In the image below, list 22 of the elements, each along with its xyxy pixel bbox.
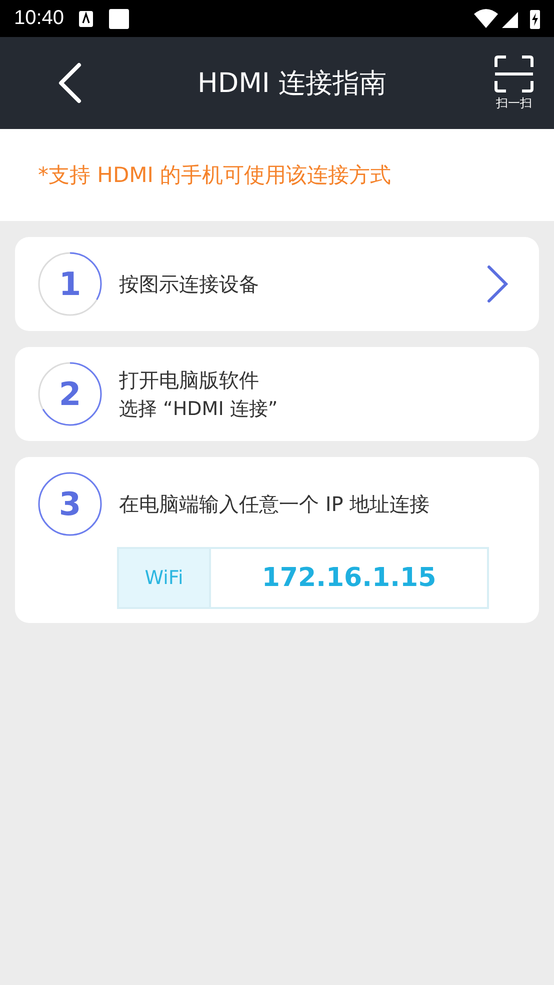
progress-ring	[37, 251, 103, 317]
notice-text: *支持 HDMI 的手机可使用该连接方式	[38, 162, 392, 189]
status-icons-drawing	[474, 8, 542, 30]
step-subtitle: 选择 “HDMI 连接”	[119, 396, 279, 422]
network-label: WiFi	[119, 549, 211, 607]
square-icon	[108, 8, 130, 30]
step-number: 1	[58, 268, 82, 300]
chevron-right-icon	[485, 264, 509, 304]
step-number: 3	[58, 488, 82, 520]
step-card[interactable]: 1 按图示连接设备	[15, 237, 539, 331]
scan-icon	[494, 54, 534, 92]
scan-button[interactable]: 扫一扫	[484, 54, 544, 112]
step-title: 在电脑端输入任意一个 IP 地址连接	[119, 490, 431, 518]
step-number: 2	[58, 378, 82, 410]
step-title: 按图示连接设备	[119, 270, 260, 298]
progress-ring	[37, 361, 103, 427]
status-time: 10:40	[14, 7, 64, 30]
step-title: 打开电脑版软件	[119, 366, 260, 394]
progress-ring	[37, 471, 103, 537]
ip-address: 172.16.1.15	[260, 562, 438, 595]
page-title: HDMI 连接指南	[196, 67, 388, 101]
back-icon	[57, 62, 83, 104]
